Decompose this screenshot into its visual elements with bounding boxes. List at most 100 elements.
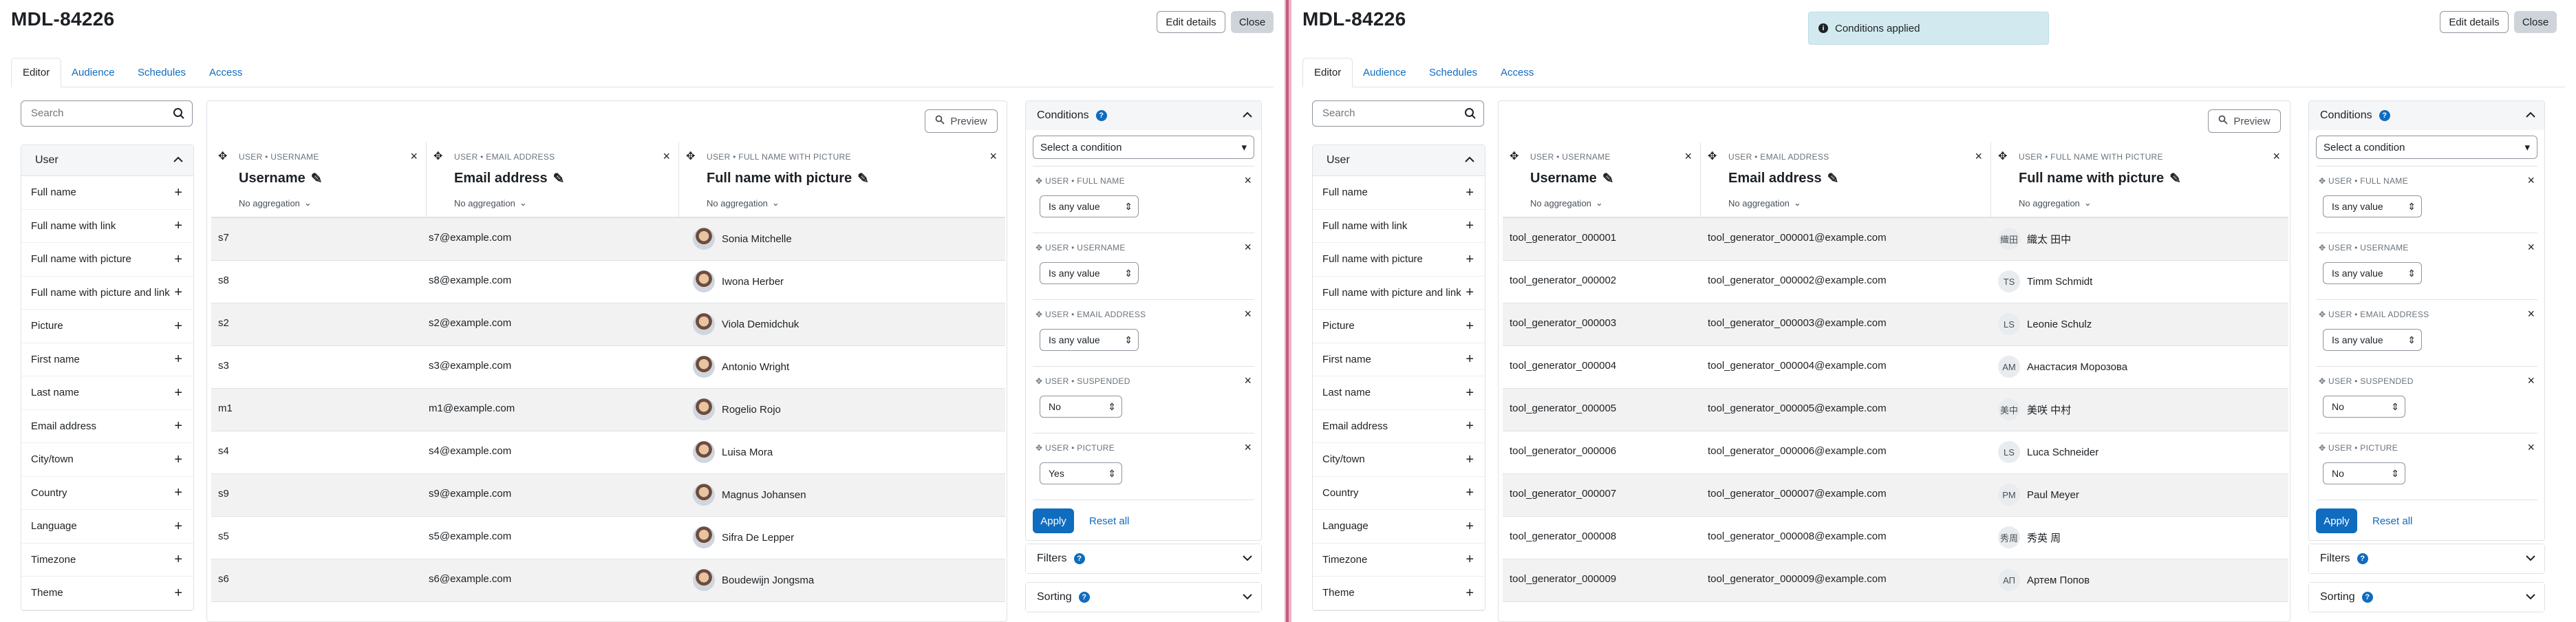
reset-all-link[interactable]: Reset all [2372,515,2412,527]
sidebar-item-full-name-with-link[interactable]: Full name with link + [21,210,193,243]
remove-condition-icon[interactable]: × [1244,374,1252,388]
aggregation-dropdown[interactable]: No aggregation ⌄ [454,197,527,208]
sidebar-item-last-name[interactable]: Last name + [21,376,193,410]
sidebar-item-timezone[interactable]: Timezone + [1313,544,1485,577]
sidebar-item-full-name[interactable]: Full name + [21,176,193,210]
aggregation-dropdown[interactable]: No aggregation ⌄ [707,197,780,208]
move-icon[interactable]: ✥ [433,149,442,163]
pencil-icon[interactable]: ✎ [2169,170,2181,187]
close-button[interactable]: Close [1231,11,1274,33]
column-header-username[interactable]: ✥ USER • USERNAME × Username ✎ No aggrega… [1503,142,1701,217]
column-header-email[interactable]: ✥ USER • EMAIL ADDRESS × Email address ✎ … [1701,142,1991,217]
remove-condition-icon[interactable]: × [1244,240,1252,255]
tab-schedules[interactable]: Schedules [127,58,197,87]
sidebar-item-theme[interactable]: Theme + [1313,577,1485,610]
sidebar-item-email-address[interactable]: Email address + [21,410,193,443]
condition-value-select[interactable]: No ⇕ [2323,462,2405,484]
condition-operator-select[interactable]: Is any value ⇕ [1040,195,1139,217]
sidebar-item-country[interactable]: Country + [1313,477,1485,510]
sidebar-item-full-name-with-picture[interactable]: Full name with picture + [21,243,193,277]
remove-condition-icon[interactable]: × [2527,240,2535,255]
move-icon[interactable]: ✥ [218,149,227,163]
sidebar-item-country[interactable]: Country + [21,477,193,510]
tab-access[interactable]: Access [1490,58,1545,87]
remove-condition-icon[interactable]: × [1244,440,1252,455]
aggregation-dropdown[interactable]: No aggregation ⌄ [1530,197,1603,208]
sidebar-item-first-name[interactable]: First name + [21,343,193,376]
column-header-full-name-with-picture[interactable]: ✥ USER • FULL NAME WITH PICTURE × Full n… [679,142,1005,217]
column-header-full-name-with-picture[interactable]: ✥ USER • FULL NAME WITH PICTURE × Full n… [1991,142,2288,217]
preview-button[interactable]: Preview [925,109,998,133]
remove-column-icon[interactable]: × [1684,149,1692,164]
condition-value-select[interactable]: No ⇕ [2323,396,2405,418]
remove-condition-icon[interactable]: × [2527,440,2535,455]
move-icon[interactable]: ✥ [686,149,695,163]
sidebar-item-language[interactable]: Language + [21,510,193,544]
sidebar-item-timezone[interactable]: Timezone + [21,544,193,577]
condition-operator-select[interactable]: Is any value ⇕ [2323,262,2422,284]
apply-button[interactable]: Apply [2316,508,2357,533]
sidebar-item-last-name[interactable]: Last name + [1313,376,1485,410]
remove-condition-icon[interactable]: × [2527,173,2535,188]
help-icon[interactable]: ? [1078,592,1090,603]
tab-audience[interactable]: Audience [61,58,126,87]
help-icon[interactable]: ? [2357,553,2368,564]
help-icon[interactable]: ? [1073,553,1085,564]
conditions-header[interactable]: Conditions? [2309,101,2544,130]
condition-operator-select[interactable]: Is any value ⇕ [2323,195,2422,217]
help-icon[interactable]: ? [2379,110,2390,121]
sidebar-item-picture[interactable]: Picture + [21,310,193,343]
sorting-header[interactable]: Sorting? [2309,583,2544,612]
move-icon[interactable]: ✥ [1998,149,2007,163]
help-icon[interactable]: ? [1095,110,1107,121]
sidebar-item-language[interactable]: Language + [1313,510,1485,544]
tab-access[interactable]: Access [198,58,253,87]
sidebar-item-full-name-with-link[interactable]: Full name with link + [1313,210,1485,243]
column-header-username[interactable]: ✥ USER • USERNAME × Username ✎ No aggrega… [211,142,427,217]
remove-column-icon[interactable]: × [410,149,418,164]
remove-column-icon[interactable]: × [663,149,670,164]
remove-condition-icon[interactable]: × [1244,307,1252,321]
sidebar-item-full-name-with-picture-and-link[interactable]: Full name with picture and link + [21,277,193,310]
remove-condition-icon[interactable]: × [2527,374,2535,388]
pencil-icon[interactable]: ✎ [857,170,869,187]
sidebar-item-full-name-with-picture-and-link[interactable]: Full name with picture and link + [1313,277,1485,310]
pencil-icon[interactable]: ✎ [1602,170,1614,187]
condition-operator-select[interactable]: Is any value ⇕ [1040,262,1139,284]
remove-condition-icon[interactable]: × [1244,173,1252,188]
tab-editor[interactable]: Editor [1302,58,1353,87]
condition-operator-select[interactable]: Is any value ⇕ [2323,329,2422,351]
sidebar-item-email-address[interactable]: Email address + [1313,410,1485,443]
condition-operator-select[interactable]: Is any value ⇕ [1040,329,1139,351]
remove-column-icon[interactable]: × [989,149,997,164]
search-icon[interactable] [1464,107,1477,123]
sidebar-item-full-name-with-picture[interactable]: Full name with picture + [1313,243,1485,277]
reset-all-link[interactable]: Reset all [1089,515,1129,527]
apply-button[interactable]: Apply [1033,508,1074,533]
filters-header[interactable]: Filters? [1026,544,1261,573]
aggregation-dropdown[interactable]: No aggregation ⌄ [1728,197,1801,208]
search-input[interactable] [30,107,170,120]
search-input[interactable] [1321,107,1461,120]
move-icon[interactable]: ✥ [1708,149,1717,163]
conditions-header[interactable]: Conditions? [1026,101,1261,130]
help-icon[interactable]: ? [2361,592,2373,603]
search-icon[interactable] [173,107,185,123]
aggregation-dropdown[interactable]: No aggregation ⌄ [2019,197,2092,208]
split-divider[interactable] [1285,0,1291,622]
remove-column-icon[interactable]: × [1975,149,1982,164]
remove-column-icon[interactable]: × [2273,149,2280,164]
tab-schedules[interactable]: Schedules [1418,58,1488,87]
tab-audience[interactable]: Audience [1352,58,1417,87]
aggregation-dropdown[interactable]: No aggregation ⌄ [239,197,312,208]
condition-select[interactable]: Select a condition ▾ [1033,136,1254,159]
category-header[interactable]: User [21,145,193,176]
edit-details-button[interactable]: Edit details [1157,11,1225,33]
move-icon[interactable]: ✥ [1510,149,1518,163]
sidebar-item-theme[interactable]: Theme + [21,577,193,610]
close-button[interactable]: Close [2514,11,2557,33]
condition-select[interactable]: Select a condition ▾ [2316,136,2537,159]
condition-value-select[interactable]: No ⇕ [1040,396,1122,418]
pencil-icon[interactable]: ✎ [553,170,565,187]
tab-editor[interactable]: Editor [11,58,62,87]
